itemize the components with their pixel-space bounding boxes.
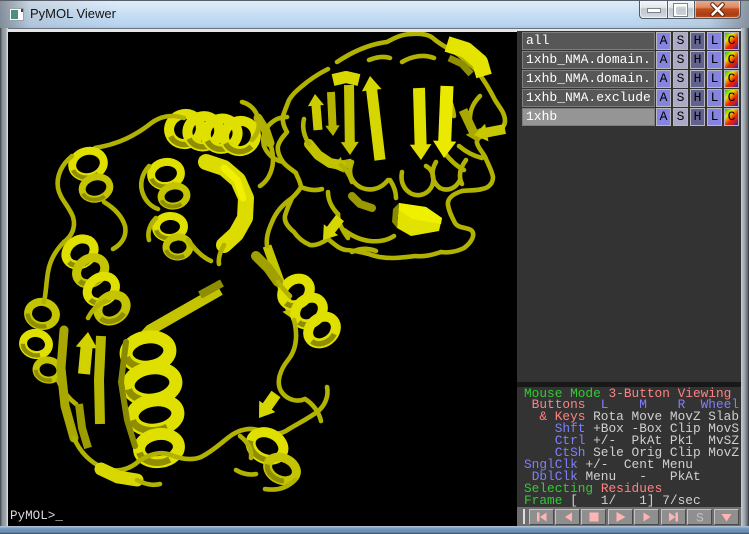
svg-text:S: S bbox=[696, 510, 704, 525]
